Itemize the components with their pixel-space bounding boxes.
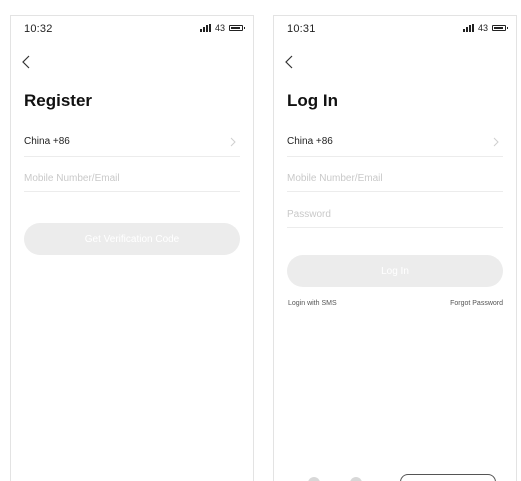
account-field-row [24, 167, 240, 192]
back-icon [285, 55, 293, 69]
chevron-right-icon [493, 137, 499, 147]
country-code-label: China +86 [287, 136, 333, 147]
chevron-right-icon [230, 137, 236, 147]
status-bar: 10:31 43 [274, 16, 516, 46]
network-label: 43 [477, 23, 488, 33]
back-icon [22, 55, 30, 69]
status-indicators: 43 [462, 23, 508, 33]
battery-icon [492, 25, 508, 31]
network-label: 43 [214, 23, 225, 33]
password-input[interactable] [287, 203, 503, 225]
forgot-password-link[interactable]: Forgot Password [450, 300, 503, 307]
login-screen: 10:31 43 Log In China +86 Log In Login w… [273, 15, 517, 481]
bottom-area [274, 469, 516, 481]
social-login-icon[interactable] [308, 477, 320, 481]
social-login-icon[interactable] [350, 477, 362, 481]
get-verification-code-button[interactable]: Get Verification Code [24, 223, 240, 255]
login-button[interactable]: Log In [287, 255, 503, 287]
status-time: 10:32 [24, 23, 53, 35]
password-field-row [287, 203, 503, 228]
status-time: 10:31 [287, 23, 316, 35]
register-screen: 10:32 43 Register China +86 Get Verifica… [10, 15, 254, 481]
page-title: Log In [287, 91, 338, 110]
battery-icon [229, 25, 245, 31]
account-input[interactable] [287, 167, 503, 189]
status-bar: 10:32 43 [11, 16, 253, 46]
country-code-label: China +86 [24, 136, 70, 147]
country-selector[interactable]: China +86 [24, 132, 240, 157]
account-input[interactable] [24, 167, 240, 189]
back-button[interactable] [19, 54, 35, 70]
signal-icon [199, 24, 211, 32]
page-title: Register [24, 91, 93, 110]
login-with-sms-link[interactable]: Login with SMS [288, 300, 337, 307]
home-indicator [400, 474, 496, 481]
signal-icon [462, 24, 474, 32]
country-selector[interactable]: China +86 [287, 132, 503, 157]
account-field-row [287, 167, 503, 192]
status-indicators: 43 [199, 23, 245, 33]
back-button[interactable] [282, 54, 298, 70]
